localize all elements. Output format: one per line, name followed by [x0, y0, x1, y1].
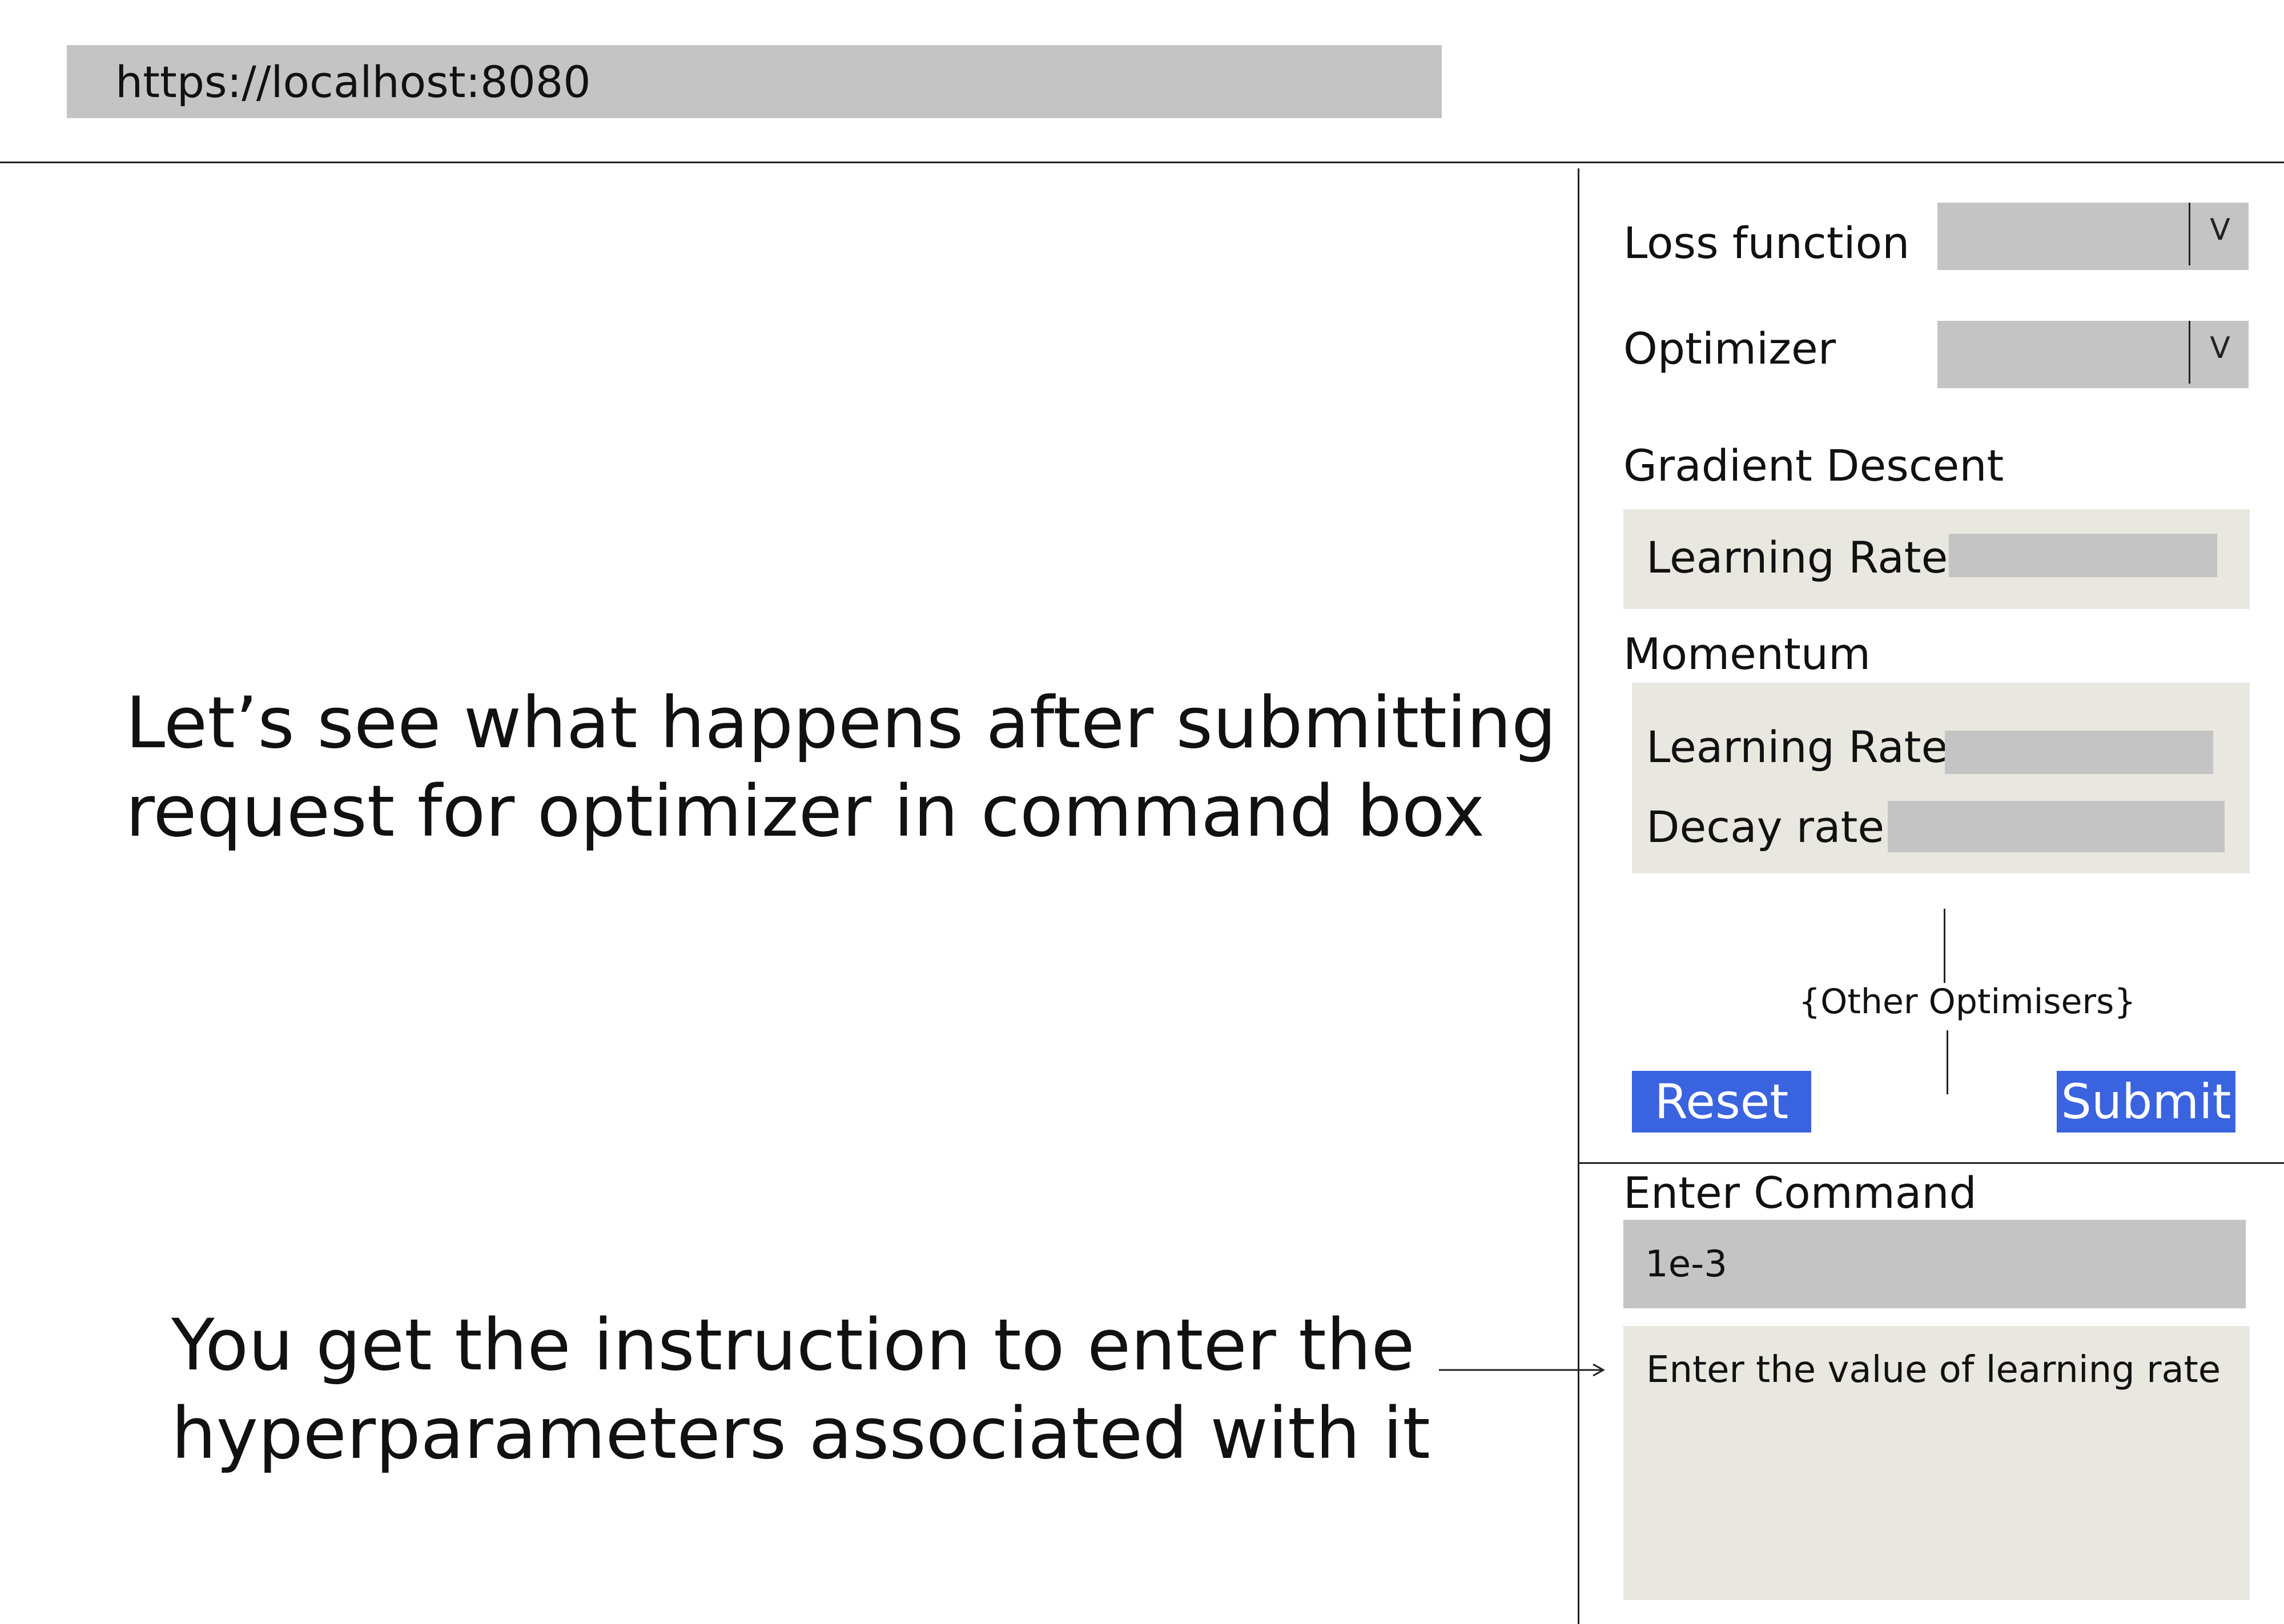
other-optimisers-text: {Other Optimisers} [1799, 982, 2136, 1022]
annotation-bottom: You get the instruction to enter the hyp… [171, 1301, 1430, 1478]
chevron-down-icon[interactable]: V [2200, 331, 2240, 365]
reset-button[interactable]: Reset [1632, 1071, 1811, 1133]
annotation-bottom-line1: You get the instruction to enter the [171, 1304, 1415, 1387]
gd-learning-rate-input[interactable] [1949, 534, 2217, 577]
other-optimisers-line-top [1944, 909, 1945, 983]
momentum-panel: Learning Rate Decay rate [1632, 683, 2250, 873]
chevron-down-icon[interactable]: V [2200, 213, 2240, 247]
loss-function-label: Loss function [1623, 217, 1910, 268]
command-output-text: Enter the value of learning rate [1646, 1349, 2221, 1391]
decay-rate-input[interactable] [1888, 801, 2225, 852]
momentum-title: Momentum [1623, 628, 1871, 679]
annotation-top-line1: Let’s see what happens after submitting [126, 682, 1557, 764]
other-optimisers-line-bottom [1947, 1030, 1948, 1094]
annotation-top-line2: request for optimizer in command box [126, 771, 1485, 853]
command-divider [1578, 1162, 2284, 1164]
url-text: https://localhost:8080 [115, 56, 591, 107]
momentum-learning-rate-input[interactable] [1945, 731, 2213, 774]
submit-button[interactable]: Submit [2057, 1071, 2235, 1133]
annotation-top: Let’s see what happens after submitting … [126, 679, 1557, 856]
enter-command-title: Enter Command [1623, 1167, 1977, 1218]
loss-function-select[interactable]: V [1937, 203, 2249, 270]
decay-rate-label: Decay rate [1646, 801, 1885, 852]
header-divider [0, 162, 2284, 163]
loss-function-select-separator [2189, 203, 2190, 265]
command-output: Enter the value of learning rate [1623, 1326, 2250, 1600]
command-input[interactable]: 1e-3 [1623, 1220, 2246, 1308]
url-bar[interactable]: https://localhost:8080 [67, 45, 1442, 118]
command-input-value: 1e-3 [1645, 1243, 1727, 1286]
right-arrow-icon [1439, 1363, 1606, 1377]
optimizer-label: Optimizer [1623, 323, 1836, 374]
gradient-descent-title: Gradient Descent [1623, 440, 2004, 491]
optimizer-select[interactable]: V [1937, 321, 2249, 388]
annotation-bottom-line2: hyperparameters associated with it [171, 1393, 1430, 1475]
optimizer-select-separator [2189, 321, 2190, 384]
gd-learning-rate-label: Learning Rate [1646, 532, 1948, 583]
gradient-descent-panel: Learning Rate [1623, 509, 2250, 609]
momentum-learning-rate-label: Learning Rate [1646, 722, 1948, 772]
sidebar-divider [1578, 168, 1579, 1624]
